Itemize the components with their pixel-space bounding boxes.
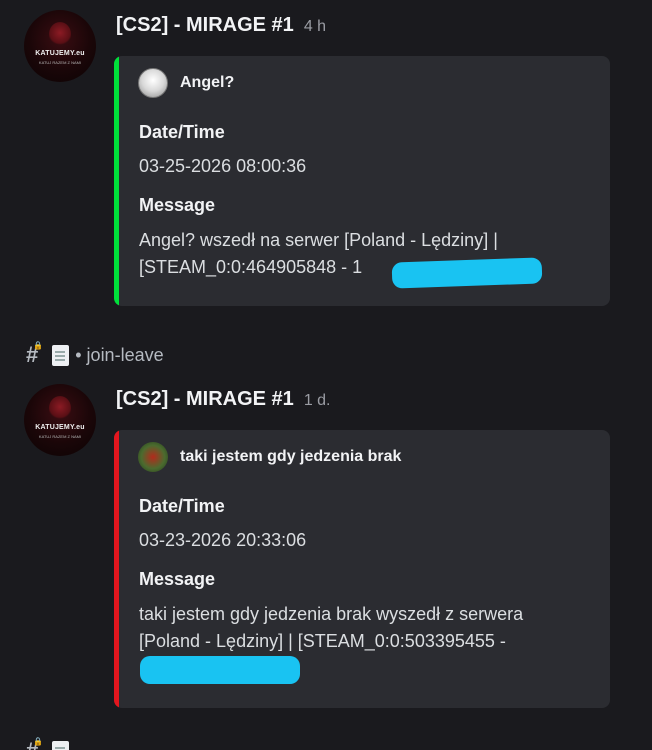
skull-icon bbox=[49, 22, 71, 46]
field-message-value: taki jestem gdy jedzenia brak wyszedł z … bbox=[139, 604, 524, 651]
message-header: [CS2] - MIRAGE #1 1 d. bbox=[116, 388, 331, 411]
channel-link-partial[interactable]: #🔒 bbox=[26, 737, 70, 750]
avatar-logo-text: KATUJEMY.eu bbox=[35, 50, 85, 57]
avatar-logo-subtext: KATUJ RAZEM Z NAMI bbox=[38, 434, 82, 439]
avatar-logo-subtext: KATUJ RAZEM Z NAMI bbox=[38, 60, 82, 65]
field-datetime-value: 03-23-2026 20:33:06 bbox=[139, 530, 307, 550]
field-datetime-value: 03-25-2026 08:00:36 bbox=[139, 156, 307, 176]
skull-icon bbox=[49, 396, 71, 420]
field-datetime-label: Date/Time bbox=[139, 496, 225, 516]
document-icon bbox=[52, 344, 70, 366]
field-datetime-label: Date/Time bbox=[139, 122, 225, 142]
message-header: [CS2] - MIRAGE #1 4 h bbox=[116, 14, 326, 37]
hash-lock-icon: #🔒 bbox=[26, 737, 44, 750]
timestamp[interactable]: 1 d. bbox=[304, 392, 331, 410]
author-name[interactable]: [CS2] - MIRAGE #1 bbox=[116, 388, 294, 411]
avatar[interactable]: KATUJEMY.eu KATUJ RAZEM Z NAMI bbox=[24, 10, 96, 82]
redaction-scribble bbox=[391, 257, 543, 289]
author-name[interactable]: [CS2] - MIRAGE #1 bbox=[116, 14, 294, 37]
avatar[interactable]: KATUJEMY.eu KATUJ RAZEM Z NAMI bbox=[24, 384, 96, 456]
avatar-logo-text: KATUJEMY.eu bbox=[35, 424, 85, 431]
field-message-label: Message bbox=[139, 195, 216, 215]
embed-author-avatar[interactable] bbox=[138, 442, 168, 472]
embed-author-name[interactable]: taki jestem gdy jedzenia brak bbox=[180, 448, 401, 466]
embed-accent-bar bbox=[114, 430, 119, 708]
document-icon bbox=[52, 740, 70, 750]
embed-accent-bar bbox=[114, 56, 119, 306]
embed-author: Angel? bbox=[138, 68, 234, 98]
timestamp[interactable]: 4 h bbox=[304, 18, 326, 36]
redaction-scribble bbox=[140, 656, 300, 684]
field-message-label: Message bbox=[139, 569, 216, 589]
hash-lock-icon: #🔒 bbox=[26, 341, 44, 367]
channel-name[interactable]: • join-leave bbox=[75, 345, 163, 366]
embed-author-name[interactable]: Angel? bbox=[180, 74, 234, 92]
channel-link[interactable]: # 🔒 • join-leave bbox=[26, 341, 164, 368]
embed-author: taki jestem gdy jedzenia brak bbox=[138, 442, 401, 472]
embed-author-avatar[interactable] bbox=[138, 68, 168, 98]
